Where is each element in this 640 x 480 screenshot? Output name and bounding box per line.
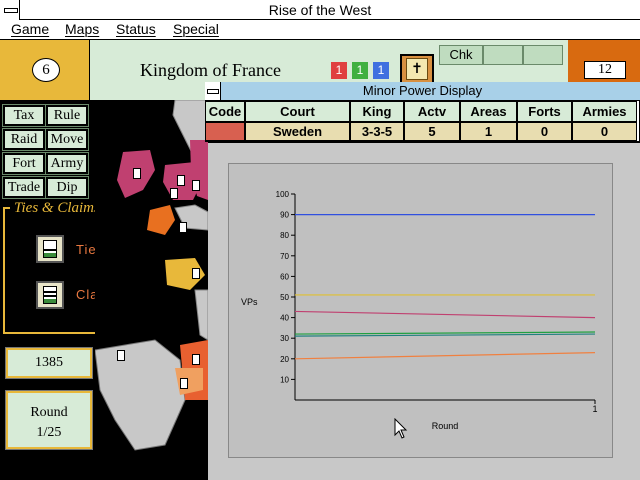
col-areas: Areas	[460, 101, 517, 122]
cell-king: 3-3-5	[350, 122, 404, 141]
round-label: Round	[30, 405, 68, 420]
cell-areas: 1	[460, 122, 517, 141]
col-king: King	[350, 101, 404, 122]
col-forts: Forts	[517, 101, 572, 122]
col-code: Code	[205, 101, 245, 122]
vp-value: 12	[584, 61, 626, 79]
menu-status[interactable]: Status	[116, 21, 156, 37]
minor-power-system-button[interactable]	[205, 82, 221, 100]
col-court: Court	[245, 101, 350, 122]
dip-button[interactable]: Dip	[45, 176, 89, 199]
x-tick-label: 1	[592, 404, 597, 414]
y-tick-label: 50	[280, 293, 289, 302]
kingdom-name: Kingdom of France	[140, 60, 281, 80]
series-line-6	[294, 352, 596, 360]
cross-icon: ✝	[406, 58, 428, 80]
mouse-cursor	[394, 417, 408, 445]
series-line-4	[294, 331, 596, 335]
x-axis-label: Round	[432, 421, 459, 431]
map-marker[interactable]	[192, 180, 200, 191]
code-swatch[interactable]	[205, 122, 245, 141]
map-marker[interactable]	[180, 378, 188, 389]
region-iberia[interactable]	[95, 339, 186, 451]
map-marker[interactable]	[170, 188, 178, 199]
menu-game[interactable]: Game	[11, 21, 49, 37]
y-axis-label: VPs	[241, 297, 258, 307]
green-chip[interactable]: 1	[352, 62, 368, 79]
check-button[interactable]: Chk	[439, 45, 483, 65]
cell-actv: 5	[404, 122, 460, 141]
ties-claims-title: Ties & Claims	[10, 200, 104, 217]
series-line-5	[294, 333, 596, 337]
red-chip[interactable]: 1	[331, 62, 347, 79]
cell-court[interactable]: Sweden	[245, 122, 350, 141]
title-bar: Rise of the West	[0, 0, 640, 20]
y-tick-label: 100	[276, 190, 290, 199]
map-marker[interactable]	[117, 350, 125, 361]
map-marker[interactable]	[192, 354, 200, 365]
rule-button[interactable]: Rule	[45, 104, 89, 127]
claim-tile[interactable]	[36, 281, 64, 309]
year-display: 1385	[5, 347, 93, 379]
blank-button-2[interactable]	[523, 45, 563, 65]
series-line-3	[294, 310, 596, 319]
map-marker[interactable]	[177, 175, 185, 186]
region-brittany[interactable]	[147, 205, 175, 235]
y-tick-label: 90	[280, 211, 289, 220]
tie-label: Tie	[76, 242, 97, 257]
turn-value: 6	[32, 58, 60, 82]
cell-forts: 0	[517, 122, 572, 141]
map-graphic	[95, 100, 208, 451]
fort-button[interactable]: Fort	[2, 152, 46, 175]
map-marker[interactable]	[133, 168, 141, 179]
map-marker[interactable]	[192, 268, 200, 279]
col-actv: Actv	[404, 101, 460, 122]
minor-power-title: Minor Power Display	[205, 82, 640, 101]
blue-chip[interactable]: 1	[373, 62, 389, 79]
y-tick-label: 40	[280, 314, 289, 323]
move-button[interactable]: Move	[45, 128, 89, 151]
tax-button[interactable]: Tax	[2, 104, 46, 127]
y-tick-label: 80	[280, 231, 289, 240]
y-tick-label: 20	[280, 355, 289, 364]
europe-map[interactable]	[95, 100, 208, 480]
menu-bar: Game Maps Status Special	[0, 20, 640, 40]
army-button[interactable]: Army	[45, 152, 89, 175]
blank-button-1[interactable]	[483, 45, 523, 65]
col-armies: Armies	[572, 101, 637, 122]
round-display: Round 1/25	[5, 390, 93, 450]
cell-armies: 0	[572, 122, 637, 141]
land-region-south	[194, 289, 208, 341]
y-tick-label: 10	[280, 375, 289, 384]
round-value: 1/25	[36, 425, 62, 440]
y-tick-label: 70	[280, 252, 289, 261]
tie-tile[interactable]	[36, 235, 64, 263]
raid-button[interactable]: Raid	[2, 128, 46, 151]
system-menu-button[interactable]	[0, 0, 20, 20]
menu-special[interactable]: Special	[173, 21, 219, 37]
window-title: Rise of the West	[268, 1, 372, 18]
map-marker[interactable]	[179, 222, 187, 233]
chart-frame: 10 20 30 40 50 60 70 80 90 100 1 VPs Round	[228, 163, 613, 458]
trade-button[interactable]: Trade	[2, 176, 46, 199]
vp-chart: 10 20 30 40 50 60 70 80 90 100 1 VPs Round	[241, 190, 598, 431]
y-tick-label: 60	[280, 272, 289, 281]
menu-maps[interactable]: Maps	[65, 21, 99, 37]
y-tick-label: 30	[280, 334, 289, 343]
